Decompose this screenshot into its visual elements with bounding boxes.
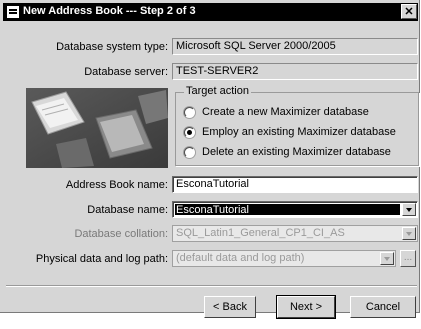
- radio-label: Delete an existing Maximizer database: [202, 146, 391, 158]
- db-system-type-label: Database system type:: [56, 41, 168, 53]
- wizard-dialog: New Address Book --- Step 2 of 3 ✕ Datab…: [0, 0, 420, 319]
- chevron-down-icon: [380, 252, 394, 265]
- target-action-group: Target action Create a new Maximizer dat…: [175, 85, 419, 166]
- chevron-down-icon[interactable]: [402, 203, 416, 216]
- database-name-dropdown[interactable]: EsconaTutorial: [172, 201, 418, 218]
- browse-button: ...: [400, 250, 416, 267]
- address-book-name-input[interactable]: EsconaTutorial: [172, 176, 418, 193]
- collation-value: SQL_Latin1_General_CP1_CI_AS: [176, 227, 345, 239]
- collation-label: Database collation:: [74, 228, 168, 240]
- db-system-type-field: Microsoft SQL Server 2000/2005: [172, 38, 418, 55]
- back-button[interactable]: < Back: [204, 296, 256, 318]
- db-server-field: TEST-SERVER2: [172, 63, 418, 80]
- cancel-button[interactable]: Cancel: [350, 296, 416, 318]
- radio-button-selected-icon[interactable]: [184, 127, 195, 138]
- path-value: (default data and log path): [176, 252, 305, 264]
- chevron-down-icon: [402, 227, 416, 240]
- close-icon[interactable]: ✕: [401, 4, 417, 19]
- radio-label: Employ an existing Maximizer database: [202, 126, 396, 138]
- db-server-label: Database server:: [84, 66, 168, 78]
- address-book-name-label: Address Book name:: [65, 179, 168, 191]
- radio-button-icon[interactable]: [184, 107, 195, 118]
- wizard-illustration: [26, 88, 168, 168]
- window-title: New Address Book --- Step 2 of 3: [23, 5, 196, 17]
- title-bar: New Address Book --- Step 2 of 3 ✕: [3, 3, 418, 21]
- next-button[interactable]: Next >: [276, 295, 336, 319]
- app-icon: [7, 6, 19, 18]
- database-name-value: EsconaTutorial: [175, 204, 400, 216]
- radio-button-icon[interactable]: [184, 147, 195, 158]
- target-action-title: Target action: [184, 85, 251, 97]
- database-name-label: Database name:: [87, 204, 168, 216]
- radio-label: Create a new Maximizer database: [202, 106, 369, 118]
- separator: [6, 285, 417, 287]
- path-dropdown: (default data and log path): [172, 250, 396, 267]
- documents-illustration-icon: [26, 88, 168, 168]
- collation-dropdown: SQL_Latin1_General_CP1_CI_AS: [172, 225, 418, 242]
- path-label: Physical data and log path:: [35, 253, 168, 265]
